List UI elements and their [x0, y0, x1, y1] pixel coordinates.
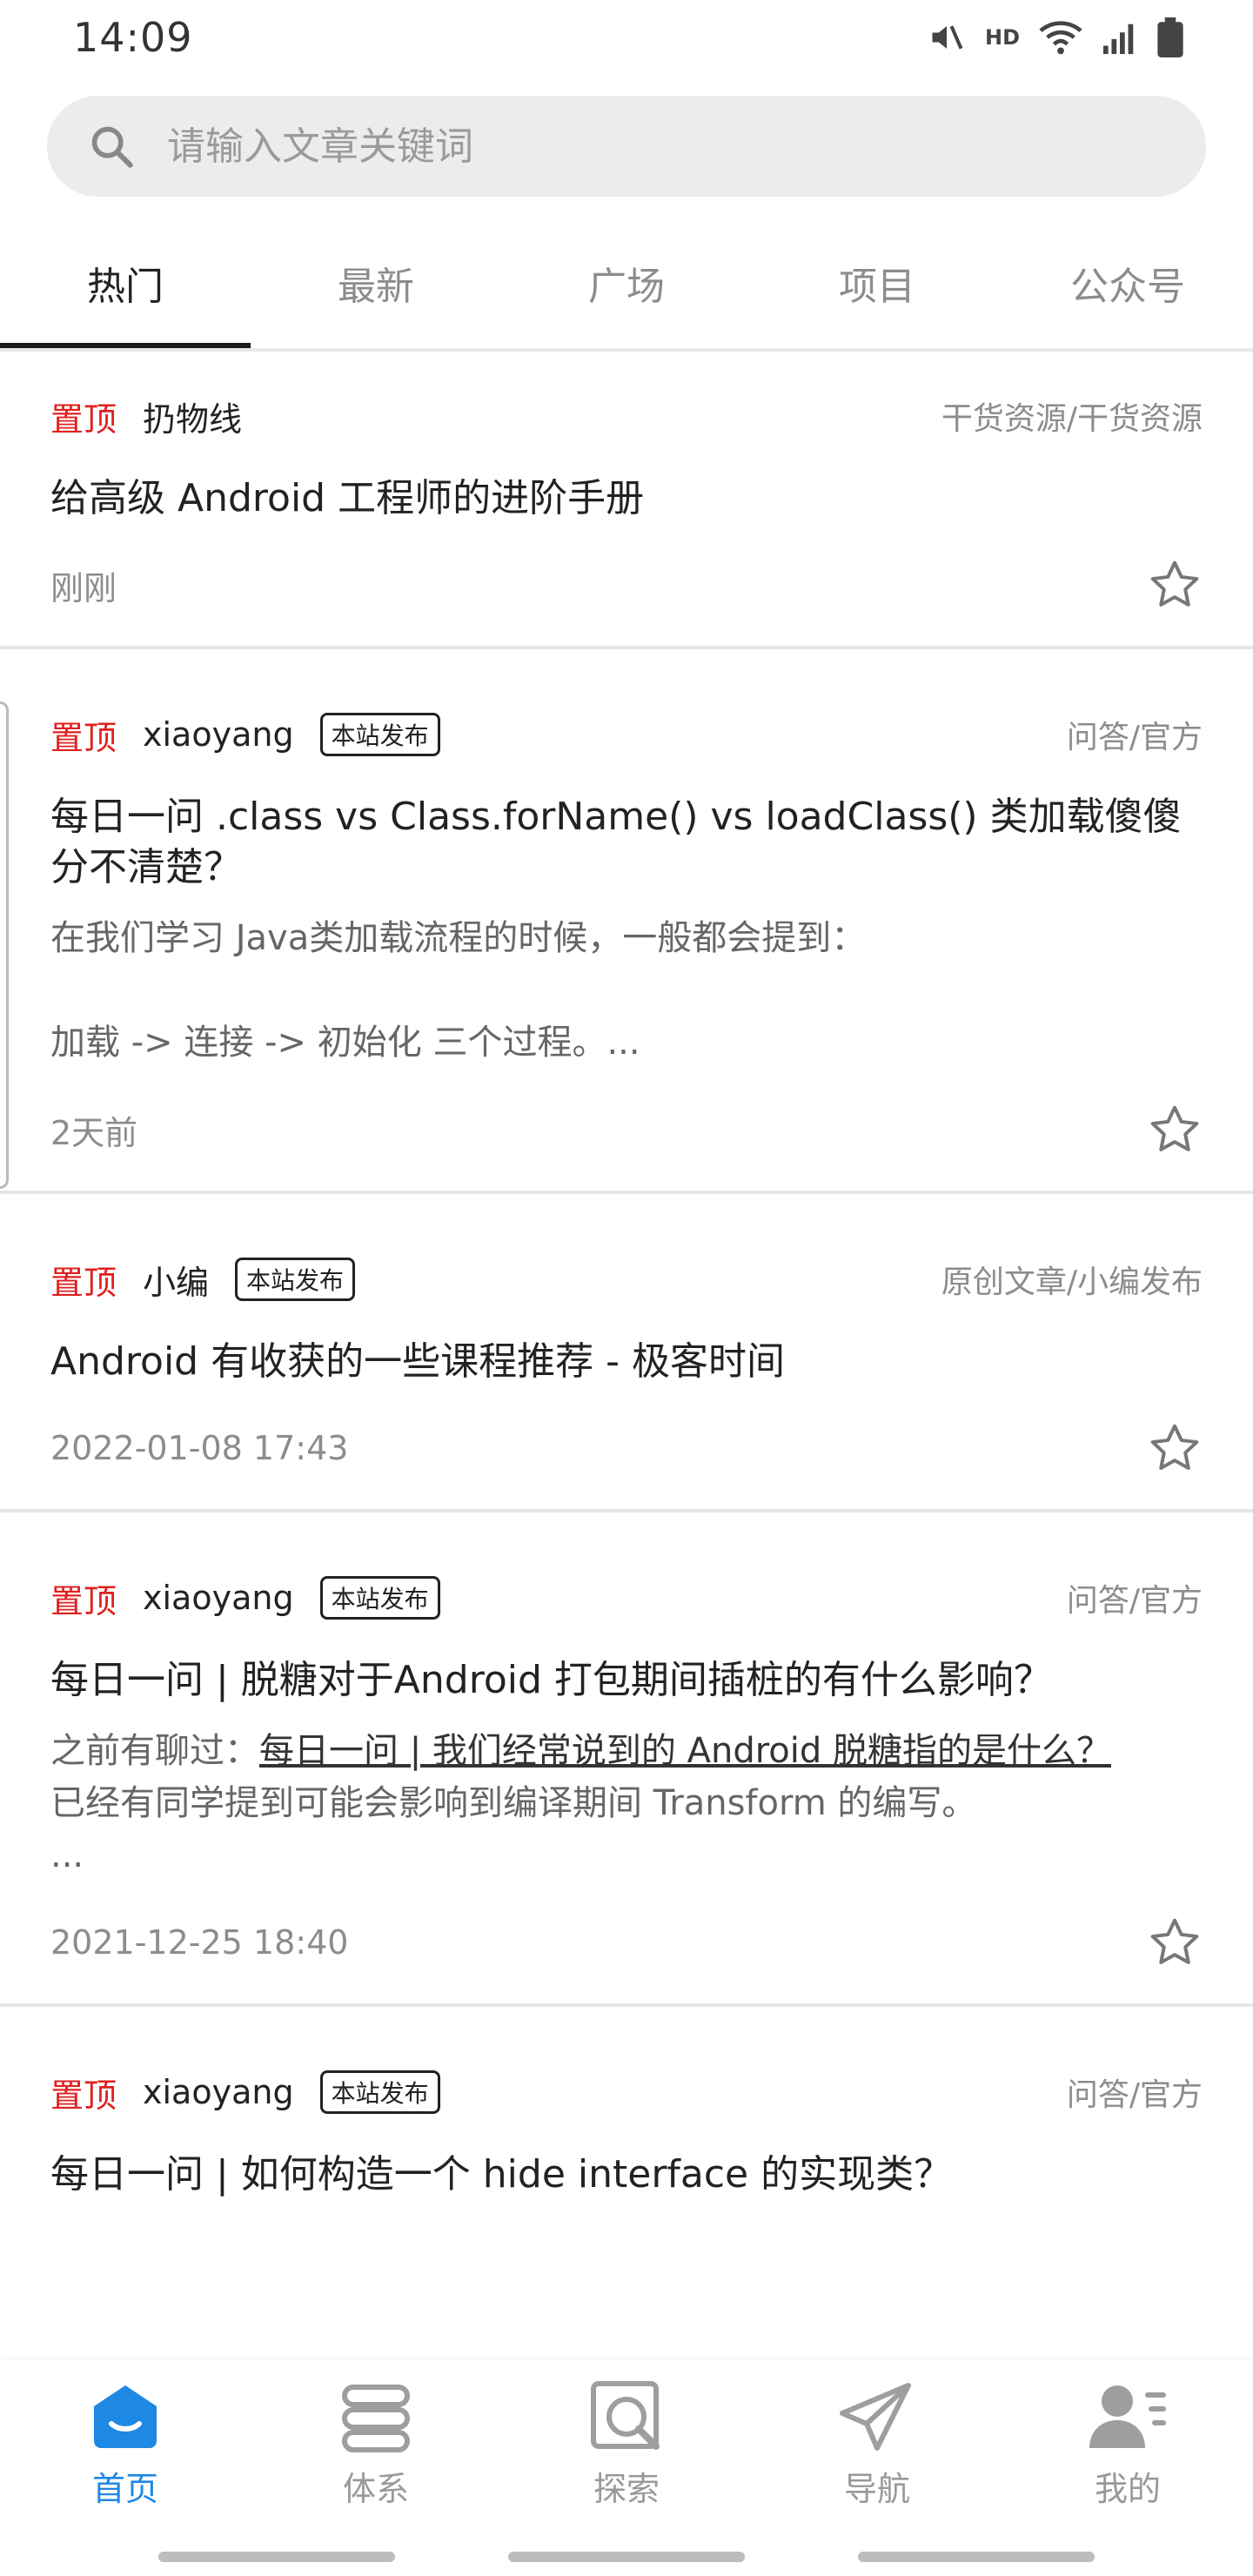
article-meta: 置顶 xiaoyang 本站发布 问答/官方 — [50, 2028, 1203, 2122]
home-icon — [94, 2385, 157, 2448]
search-bar[interactable] — [47, 96, 1206, 197]
status-icons: HD — [928, 17, 1183, 57]
article-footer: 2天前 — [50, 1069, 1203, 1191]
article-feed: 置顶 扔物线 干货资源/干货资源 给高级 Android 工程师的进阶手册 刚刚… — [0, 352, 1253, 2378]
article-meta: 置顶 扔物线 干货资源/干货资源 — [50, 352, 1203, 446]
star-icon[interactable] — [1147, 557, 1203, 613]
article-footer: 2021-12-25 18:40 — [50, 1882, 1203, 2003]
star-icon[interactable] — [1147, 1915, 1203, 1970]
article-title[interactable]: 给高级 Android 工程师的进阶手册 — [50, 473, 1203, 524]
star-icon[interactable] — [1147, 1420, 1203, 1476]
article-title[interactable]: Android 有收获的一些课程推荐 - 极客时间 — [50, 1337, 1203, 1387]
nav-navigation[interactable]: 导航 — [752, 2360, 1002, 2526]
article-date: 2天前 — [50, 1113, 138, 1152]
article-author[interactable]: 小编 — [143, 1256, 209, 1304]
status-bar: 14:09 HD — [0, 0, 1253, 75]
nav-label: 我的 — [1094, 2470, 1161, 2508]
gesture-bar-right[interactable] — [858, 2552, 1095, 2562]
article-card[interactable]: 置顶 小编 本站发布 原创文章/小编发布 Android 有收获的一些课程推荐 … — [0, 1215, 1253, 1513]
article-card[interactable]: 置顶 扔物线 干货资源/干货资源 给高级 Android 工程师的进阶手册 刚刚 — [0, 352, 1253, 649]
article-author[interactable]: xiaoyang — [143, 715, 294, 754]
gesture-bar-left[interactable] — [158, 2552, 395, 2562]
nav-label: 探索 — [593, 2470, 660, 2508]
article-author[interactable]: xiaoyang — [143, 2073, 294, 2111]
article-date: 刚刚 — [50, 568, 117, 607]
pinned-tag: 置顶 — [50, 718, 117, 757]
article-category[interactable]: 原创文章/小编发布 — [941, 1257, 1203, 1302]
hd-indicator: HD — [984, 25, 1020, 50]
article-category[interactable]: 问答/官方 — [1067, 2070, 1203, 2115]
battery-icon — [1157, 17, 1183, 57]
article-author[interactable]: 扔物线 — [143, 392, 242, 440]
nav-home[interactable]: 首页 — [0, 2360, 251, 2526]
article-description: 在我们学习 Java类加载流程的时候，一般都会提到： 加载 -> 连接 -> 初… — [50, 918, 867, 1063]
star-icon[interactable] — [1147, 1102, 1203, 1157]
article-description: 之前有聊过：每日一问 | 我们经常说到的 Android 脱糖指的是什么？ 已经… — [50, 1725, 1203, 1882]
status-time: 14:09 — [73, 14, 193, 61]
description-suffix: 已经有同学提到可能会影响到编译期间 Transform 的编写。 ... — [50, 1783, 977, 1875]
profile-icon — [1089, 2385, 1166, 2448]
article-card[interactable]: 置顶 xiaoyang 本站发布 问答/官方 每日一问 | 脱糖对于Androi… — [0, 1533, 1253, 2007]
article-category[interactable]: 问答/官方 — [1067, 1575, 1203, 1620]
site-published-badge: 本站发布 — [319, 1576, 440, 1620]
mute-icon — [932, 25, 963, 50]
swipe-edge-indicator — [0, 701, 9, 1189]
gesture-bar-center[interactable] — [508, 2552, 745, 2562]
article-date: 2022-01-08 17:43 — [50, 1429, 349, 1467]
layers-icon — [342, 2385, 410, 2452]
article-category[interactable]: 问答/官方 — [1067, 712, 1203, 757]
article-title[interactable]: 每日一问 .class vs Class.forName() vs loadCl… — [50, 792, 1203, 893]
pinned-tag: 置顶 — [50, 399, 117, 439]
pinned-tag: 置顶 — [50, 2076, 117, 2115]
search-icon — [91, 126, 133, 168]
tab-bar: 热门 最新 广场 项目 公众号 — [0, 218, 1253, 348]
explore-icon — [591, 2381, 660, 2450]
article-meta: 置顶 xiaoyang 本站发布 问答/官方 — [50, 1533, 1203, 1627]
tab-official-accounts[interactable]: 公众号 — [1002, 218, 1253, 348]
nav-label: 体系 — [342, 2470, 409, 2508]
signal-icon — [1102, 23, 1134, 55]
pinned-tag: 置顶 — [50, 1581, 117, 1620]
article-card[interactable]: 置顶 xiaoyang 本站发布 问答/官方 每日一问 .class vs Cl… — [0, 670, 1253, 1194]
tab-latest[interactable]: 最新 — [251, 218, 501, 348]
nav-mine[interactable]: 我的 — [1002, 2360, 1253, 2526]
wifi-icon — [1039, 21, 1082, 55]
article-footer: 2022-01-08 17:43 — [50, 1387, 1203, 1509]
article-meta: 置顶 xiaoyang 本站发布 问答/官方 — [50, 670, 1203, 764]
article-date: 2021-12-25 18:40 — [50, 1923, 349, 1962]
tab-projects[interactable]: 项目 — [752, 218, 1002, 348]
article-author[interactable]: xiaoyang — [143, 1579, 294, 1617]
site-published-badge: 本站发布 — [319, 2070, 440, 2114]
pinned-tag: 置顶 — [50, 1263, 117, 1302]
article-card[interactable]: 置顶 xiaoyang 本站发布 问答/官方 每日一问 | 如何构造一个 hid… — [0, 2028, 1253, 2378]
site-published-badge: 本站发布 — [319, 713, 440, 756]
bottom-navigation: 首页 体系 探索 导航 我的 — [0, 2360, 1253, 2576]
paper-plane-icon — [840, 2383, 911, 2451]
tab-hot[interactable]: 热门 — [0, 218, 251, 348]
search-input[interactable] — [165, 123, 1126, 170]
site-published-badge: 本站发布 — [235, 1258, 356, 1301]
article-title[interactable]: 每日一问 | 脱糖对于Android 打包期间插桩的有什么影响？ — [50, 1655, 1203, 1706]
article-title[interactable]: 每日一问 | 如何构造一个 hide interface 的实现类？ — [50, 2150, 1203, 2200]
description-link[interactable]: 每日一问 | 我们经常说到的 Android 脱糖指的是什么？ — [259, 1731, 1111, 1771]
article-footer: 刚刚 — [50, 524, 1203, 646]
nav-label: 导航 — [843, 2470, 910, 2508]
article-category[interactable]: 干货资源/干货资源 — [941, 393, 1203, 439]
article-meta: 置顶 小编 本站发布 原创文章/小编发布 — [50, 1215, 1203, 1309]
nav-label: 首页 — [91, 2470, 158, 2508]
nav-system[interactable]: 体系 — [251, 2360, 501, 2526]
description-prefix: 之前有聊过： — [50, 1731, 259, 1771]
tab-square[interactable]: 广场 — [501, 218, 752, 348]
nav-explore[interactable]: 探索 — [501, 2360, 752, 2526]
